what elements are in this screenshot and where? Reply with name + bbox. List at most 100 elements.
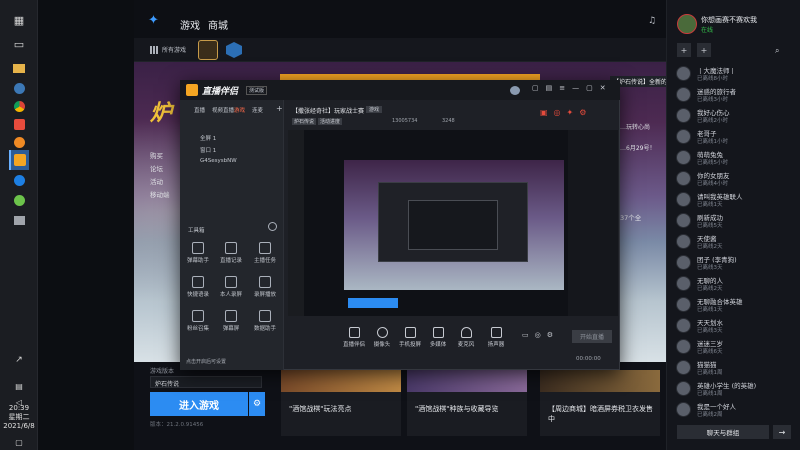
friend-status: 已离线1周 <box>697 391 723 397</box>
app-icon-gray[interactable] <box>9 210 29 230</box>
region-select[interactable]: 炉石传说 <box>150 376 262 388</box>
streamer-tab[interactable]: 视频直播 <box>212 106 234 114</box>
extra-controls-icons[interactable]: ▭◎⚙ <box>522 331 559 339</box>
all-games-link[interactable]: 所有游戏 <box>162 45 186 54</box>
battlenet-logo-icon[interactable]: ✦ <box>148 14 164 28</box>
app-icon-red[interactable] <box>9 114 29 134</box>
friend-avatar <box>676 297 691 312</box>
streamer-tab[interactable]: 连麦 <box>252 106 263 114</box>
profile-name[interactable]: 你想画赛不赛欢我 <box>701 15 757 25</box>
friend-item[interactable]: 请叫我英雄联人 已离线1天 <box>676 190 796 210</box>
streamer-app-icon[interactable] <box>9 150 29 170</box>
second-game-icon[interactable] <box>226 42 242 58</box>
chat-groups-button[interactable]: 聊天与群组 <box>677 425 769 439</box>
scene-item[interactable]: G4SesysbNW <box>200 158 237 164</box>
friend-item[interactable]: 迷迷三岁 已离线6天 <box>676 337 796 357</box>
clock-day: 星期二 <box>8 413 30 421</box>
more-icon[interactable] <box>268 222 277 231</box>
file-explorer-icon[interactable] <box>9 58 29 78</box>
friend-avatar <box>676 213 691 228</box>
app-icon-green[interactable] <box>9 190 29 210</box>
stream-tools-icons[interactable]: ▣◎✦⚙ <box>540 108 592 117</box>
tab-games[interactable]: 游戏 <box>180 17 200 32</box>
camera-icon <box>376 327 388 338</box>
news-card[interactable]: "酒馆战棋"玩法亮点 <box>281 370 401 436</box>
tool-label: 录屏播放 <box>253 292 276 298</box>
tool-item[interactable]: 弹幕屏 <box>216 310 246 332</box>
control-item[interactable]: 直播伴侣 <box>340 327 368 348</box>
windows-taskbar: ▦ ▭ ↗ ▤ ◁ 20:39 星期二 2021/6/8 ▢ <box>0 0 38 450</box>
profile-avatar[interactable] <box>677 14 697 34</box>
friend-item[interactable]: 我是一个好人 已离线2周 <box>676 400 796 420</box>
start-stream-button[interactable]: 开始直播 <box>572 330 612 343</box>
friend-item[interactable]: 迷惑的旅行者 已离线3小时 <box>676 85 796 105</box>
hero-menu-item[interactable]: 购买 <box>150 150 170 163</box>
tool-label: 数据助手 <box>253 326 276 332</box>
control-item[interactable]: 摄像头 <box>368 327 396 348</box>
friend-status: 已离线3天 <box>697 328 723 334</box>
add-group-icon[interactable]: + <box>697 43 711 57</box>
tool-item[interactable]: 数据助手 <box>250 310 280 332</box>
control-item[interactable]: 麦克风 <box>452 327 480 348</box>
windows-start-icon[interactable]: ▦ <box>9 10 29 30</box>
stream-title[interactable]: 【撒张经奇社】玩家战士赛 <box>292 106 364 115</box>
add-friend-icon[interactable]: + <box>677 43 691 57</box>
control-item[interactable]: 手机投屏 <box>396 327 424 348</box>
news-card[interactable]: 【周边商城】暗酒屏券税卫衣发售中 <box>540 370 660 436</box>
news-card[interactable]: "酒馆战棋"种族与收藏导览 <box>407 370 527 436</box>
friend-status: 已离线1天 <box>697 307 723 313</box>
control-item[interactable]: 多媒体 <box>424 327 452 348</box>
add-scene-icon[interactable]: + <box>276 104 283 113</box>
user-avatar[interactable] <box>510 86 520 95</box>
friend-item[interactable]: 英雄小学生 (的英雄) 已离线1周 <box>676 379 796 399</box>
hearthstone-game-icon[interactable] <box>198 40 218 60</box>
friend-item[interactable]: 团子 (李青狗) 已离线3天 <box>676 253 796 273</box>
gear-icon[interactable]: ⚙ <box>249 392 265 416</box>
scene-item[interactable]: 窗口 1 <box>200 146 216 154</box>
friend-item[interactable]: 刷新成功 已离线5天 <box>676 211 796 231</box>
friend-item[interactable]: 天天划水 已离线3天 <box>676 316 796 336</box>
friend-avatar <box>676 318 691 333</box>
hero-menu-item[interactable]: 论坛 <box>150 163 170 176</box>
profile-status[interactable]: 在线 <box>701 25 713 34</box>
friend-item[interactable]: 我好心伤心 已离线2小时 <box>676 106 796 126</box>
expand-icon[interactable]: → <box>773 425 791 439</box>
control-item[interactable]: 扬声器 <box>482 327 510 348</box>
pin-icon[interactable]: ↗ <box>9 350 29 370</box>
friend-item[interactable]: 猫猫猫 已离线1周 <box>676 358 796 378</box>
tool-item[interactable]: 录屏播放 <box>250 276 280 298</box>
enter-game-button[interactable]: 进入游戏 <box>150 392 248 416</box>
tool-item[interactable]: 主播任务 <box>250 242 280 264</box>
chrome-icon[interactable] <box>9 96 29 116</box>
friend-item[interactable]: 丨大魔法师丨 已离线8小时 <box>676 64 796 84</box>
friend-item[interactable]: 无聊的人 已离线2天 <box>676 274 796 294</box>
clock-time[interactable]: 20:39 <box>0 404 38 413</box>
tool-item[interactable]: 本人录屏 <box>216 276 246 298</box>
stream-tag[interactable]: 游戏 <box>366 106 383 113</box>
window-controls[interactable]: ▢▤≡—▢✕ <box>532 84 613 92</box>
friend-item[interactable]: 老哥子 已离线1小时 <box>676 127 796 147</box>
bell-icon[interactable]: ♫ <box>648 16 656 26</box>
firefox-icon[interactable] <box>9 132 29 152</box>
tool-item[interactable]: 直播记录 <box>216 242 246 264</box>
streamer-tab-active[interactable]: 游戏 <box>234 106 245 114</box>
grid-icon[interactable] <box>150 46 158 54</box>
tool-item[interactable]: 粉丝召集 <box>183 310 213 332</box>
friend-item[interactable]: 你的女朋友 已离线4小时 <box>676 169 796 189</box>
scene-item[interactable]: 全屏 1 <box>200 134 216 142</box>
battlenet-icon[interactable] <box>9 170 29 190</box>
hero-menu-item[interactable]: 活动 <box>150 176 170 189</box>
task-view-icon[interactable]: ▭ <box>9 34 29 54</box>
tab-store[interactable]: 商城 <box>208 17 228 32</box>
preview-friends <box>568 130 618 316</box>
tool-item[interactable]: 快捷语录 <box>183 276 213 298</box>
hero-menu-item[interactable]: 移动端 <box>150 189 170 202</box>
steam-icon[interactable] <box>9 78 29 98</box>
tool-item[interactable]: 弹幕助手 <box>183 242 213 264</box>
search-icon[interactable]: ⌕ <box>775 46 779 56</box>
friend-item[interactable]: 萌萌兔兔 已离线5小时 <box>676 148 796 168</box>
friend-item[interactable]: 天使酱 已离线2天 <box>676 232 796 252</box>
streamer-tab[interactable]: 直播 <box>194 106 205 114</box>
friend-item[interactable]: 无聊融合体英雄 已离线1天 <box>676 295 796 315</box>
notification-icon[interactable]: ▢ <box>9 436 29 448</box>
